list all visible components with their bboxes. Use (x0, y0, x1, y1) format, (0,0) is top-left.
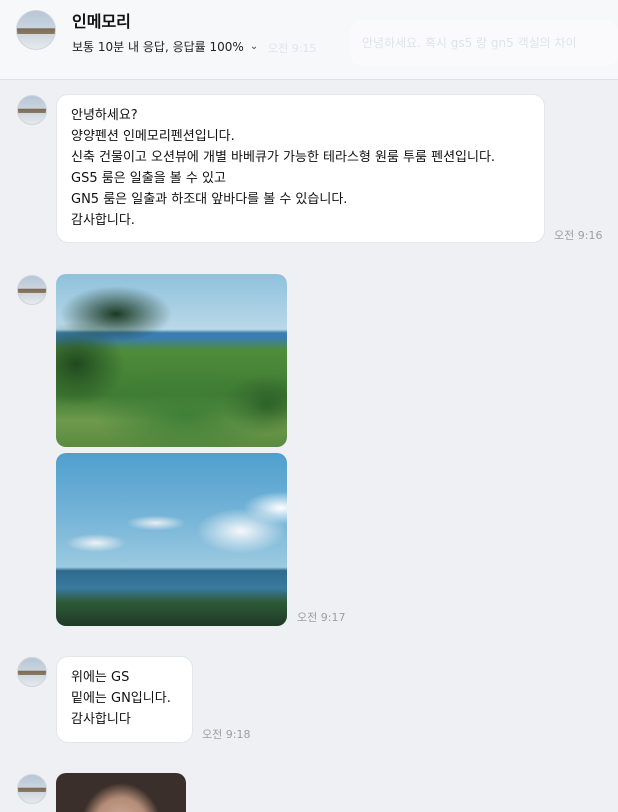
ghost-message-preview: 안녕하세요. 혹시 gs5 랑 gn5 객실의 차이 (350, 20, 618, 66)
message-bubble: 위에는 GS 밑에는 GN입니다. 감사합니다 (56, 656, 193, 743)
photo-gs-room-view[interactable] (56, 274, 287, 447)
profile-avatar[interactable] (16, 10, 56, 50)
photo-partial[interactable] (56, 773, 186, 812)
sender-avatar[interactable] (17, 275, 47, 305)
chat-title[interactable]: 인메모리 (72, 8, 131, 32)
message-time: 오전 9:17 (297, 611, 346, 624)
chevron-down-icon[interactable]: ⌄ (250, 41, 258, 52)
photo-gn-room-view[interactable] (56, 453, 287, 626)
message-line: 양양펜션 인메모리펜션입니다. (71, 129, 235, 144)
message-line: 신축 건물이고 오션뷰에 개별 바베큐가 가능한 테라스형 원룸 투룸 펜션입니… (71, 150, 496, 165)
response-status-text: 보통 10분 내 응답, 응답률 100% (72, 40, 244, 54)
message-bubble: 안녕하세요? 양양펜션 인메모리펜션입니다. 신축 건물이고 오션뷰에 개별 바… (56, 94, 545, 243)
chat-header: 인메모리 보통 10분 내 응답, 응답률 100% ⌄ 오전 9:15 안녕하… (0, 0, 618, 80)
message-time: 오전 9:18 (202, 728, 251, 741)
message-line: GS5 룸은 일출을 볼 수 있고 (71, 171, 226, 186)
sender-avatar[interactable] (17, 95, 47, 125)
message-time: 오전 9:16 (554, 229, 603, 242)
sender-avatar[interactable] (17, 774, 47, 804)
message-line: 감사합니다. (71, 213, 135, 228)
ghost-message-time: 오전 9:15 (268, 42, 317, 55)
message-line: 밑에는 GN입니다. (71, 691, 171, 706)
message-line: 안녕하세요? (71, 108, 138, 123)
message-line: 위에는 GS (71, 670, 130, 685)
response-status[interactable]: 보통 10분 내 응답, 응답률 100% ⌄ (72, 38, 258, 55)
message-line: GN5 룸은 일출과 하조대 앞바다를 볼 수 있습니다. (71, 192, 348, 207)
message-line: 감사합니다 (71, 712, 131, 727)
sender-avatar[interactable] (17, 657, 47, 687)
